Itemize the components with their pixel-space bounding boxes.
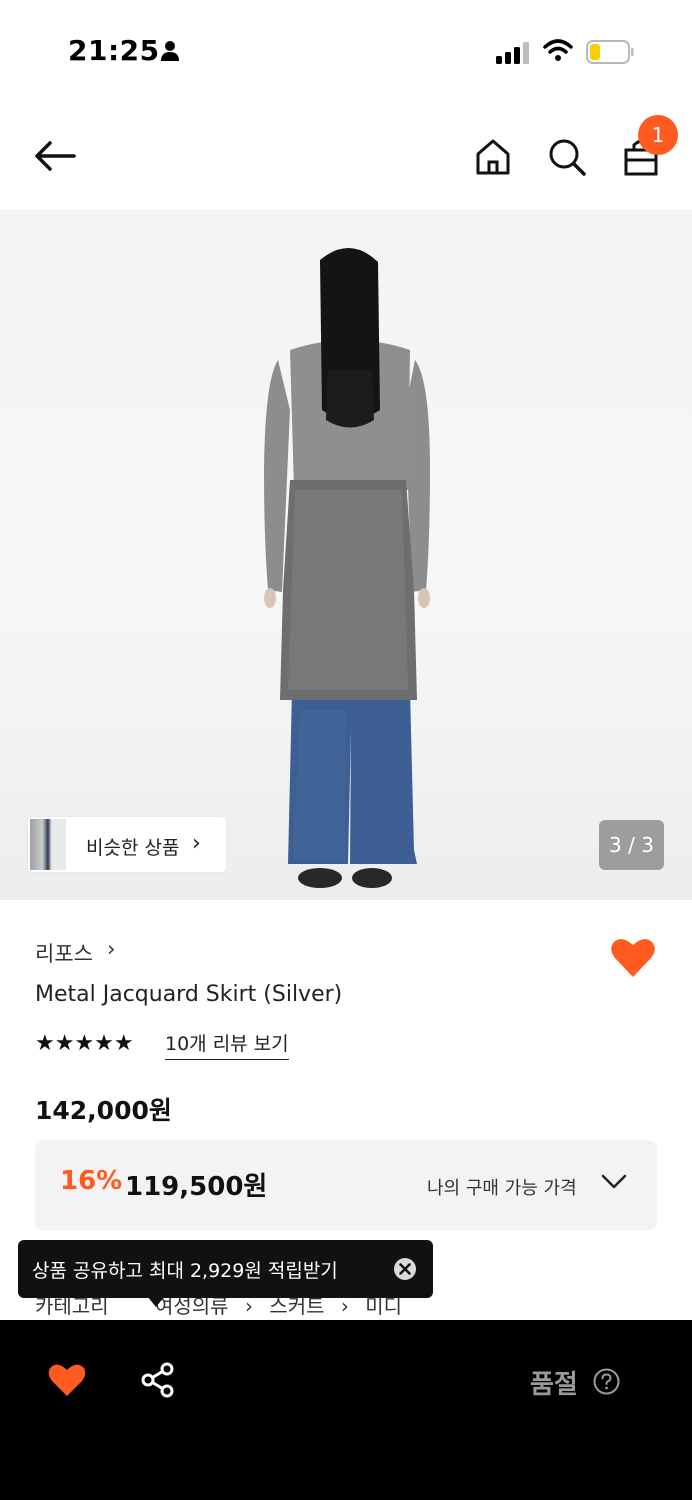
chevron-down-icon — [601, 1174, 627, 1189]
home-icon[interactable] — [470, 134, 516, 180]
original-price: 142,000원 — [35, 1096, 172, 1125]
heart-icon[interactable] — [610, 936, 656, 978]
brand-link[interactable]: 리포스 — [35, 938, 93, 968]
product-photo — [264, 247, 430, 888]
discount-rate: 16% — [60, 1166, 123, 1196]
rating-stars: ★★★★★ — [35, 1031, 134, 1056]
signal-icon — [496, 42, 529, 64]
share-icon[interactable] — [140, 1362, 176, 1398]
review-link[interactable]: 10개 리뷰 보기 — [165, 1029, 289, 1060]
similar-products-button[interactable]: 비슷한 상품 › — [28, 817, 226, 872]
battery-icon — [586, 40, 634, 64]
similar-thumbnail — [30, 819, 66, 870]
search-icon[interactable] — [544, 134, 590, 180]
price-box[interactable]: 16% 119,500원 나의 구매 가능 가격 — [35, 1140, 657, 1230]
person-icon — [161, 41, 179, 61]
like-heart-icon[interactable] — [48, 1362, 86, 1398]
tooltip-text: 상품 공유하고 최대 2,929원 적립받기 — [32, 1260, 338, 1282]
bottom-action-bar — [0, 1320, 692, 1500]
back-arrow-icon[interactable] — [30, 136, 80, 176]
chevron-right-icon: › — [192, 831, 201, 856]
share-reward-tooltip: 상품 공유하고 최대 2,929원 적립받기 — [18, 1240, 433, 1298]
product-title: Metal Jacquard Skirt (Silver) — [35, 982, 343, 1007]
brand-chevron-icon: › — [107, 937, 116, 961]
tooltip-arrow — [147, 1296, 165, 1307]
product-image[interactable] — [0, 210, 692, 900]
cart-count-badge: 1 — [638, 115, 678, 155]
image-pager: 3 / 3 — [599, 820, 664, 870]
sale-price: 119,500원 — [125, 1172, 268, 1202]
similar-products-label: 비슷한 상품 — [86, 837, 180, 859]
my-price-label: 나의 구매 가능 가격 — [427, 1178, 577, 1199]
wifi-icon — [543, 39, 573, 61]
close-icon[interactable] — [393, 1257, 417, 1281]
help-icon[interactable] — [593, 1368, 620, 1395]
soldout-label: 품절 — [530, 1370, 578, 1400]
status-time: 21:25 — [68, 34, 160, 67]
